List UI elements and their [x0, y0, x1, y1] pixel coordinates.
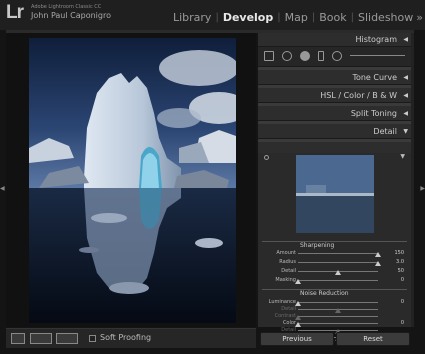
slider-label: Contrast: [274, 313, 296, 319]
before-after-icon[interactable]: [30, 333, 52, 344]
lightroom-logo: Lr: [6, 2, 24, 23]
left-panel-toggle-icon[interactable]: ◀: [0, 185, 5, 192]
slider-track[interactable]: [298, 262, 378, 263]
right-panel: Histogram ◀ Tone Curve ◀ HSL / Color / B &…: [258, 33, 411, 341]
tool-strip: [258, 47, 411, 67]
user-name: John Paul Caponigro: [31, 11, 111, 20]
slider-track[interactable]: [298, 323, 378, 324]
divider: [258, 139, 411, 142]
slider-thumb[interactable]: [375, 252, 381, 257]
expand-icon: ▼: [403, 128, 408, 135]
graduated-filter-icon[interactable]: [318, 51, 324, 61]
spot-removal-icon[interactable]: [282, 51, 292, 61]
slider-thumb[interactable]: [375, 261, 381, 266]
loupe-view-icon[interactable]: [11, 333, 25, 344]
panel-header-tone-curve[interactable]: Tone Curve ◀: [258, 71, 411, 85]
panel-header-detail[interactable]: Detail ▼: [258, 125, 411, 139]
slider-value[interactable]: 0: [386, 277, 404, 283]
module-separator: |: [350, 12, 354, 23]
red-eye-icon[interactable]: [300, 51, 310, 61]
divider: [258, 103, 411, 106]
brush-slider[interactable]: [350, 55, 405, 56]
soft-proofing-checkbox[interactable]: [89, 335, 96, 342]
soft-proofing-label: Soft Proofing: [100, 333, 152, 342]
crop-tool-icon[interactable]: [264, 51, 274, 61]
tone-curve-title: Tone Curve: [352, 73, 397, 82]
slider-label: Amount: [276, 250, 296, 256]
sharpening-title: Sharpening: [300, 242, 335, 249]
more-modules-icon[interactable]: »: [416, 11, 423, 24]
module-library[interactable]: Library: [173, 11, 211, 24]
divider: [258, 67, 411, 70]
iceberg-photo: [29, 38, 236, 323]
histogram-title: Histogram: [355, 35, 398, 44]
module-map[interactable]: Map: [285, 11, 308, 24]
module-separator: |: [215, 12, 219, 23]
top-bar: Lr Adobe Lightroom Classic CC John Paul …: [0, 0, 425, 30]
divider: [258, 121, 411, 124]
radial-filter-icon[interactable]: [332, 51, 342, 61]
slider-value[interactable]: 3.0: [386, 259, 404, 265]
slider-value[interactable]: 0: [386, 320, 404, 326]
previous-button[interactable]: Previous: [260, 332, 334, 346]
detail-target-icon[interactable]: [264, 155, 269, 160]
split-toning-title: Split Toning: [350, 109, 397, 118]
collapse-icon: ◀: [403, 110, 408, 117]
slider-thumb[interactable]: [295, 279, 301, 284]
module-develop[interactable]: Develop: [223, 11, 273, 24]
hsl-title: HSL / Color / B & W: [320, 91, 397, 100]
image-view: [6, 33, 256, 327]
slider-thumb[interactable]: [335, 308, 341, 313]
detail-zoom-preview[interactable]: [296, 155, 374, 233]
slider-thumb[interactable]: [335, 270, 341, 275]
noise-reduction-title: Noise Reduction: [300, 290, 349, 297]
panel-header-split-toning[interactable]: Split Toning ◀: [258, 107, 411, 121]
panel-header-hsl[interactable]: HSL / Color / B & W ◀: [258, 89, 411, 103]
slider-value[interactable]: 0: [386, 299, 404, 305]
right-panel-toggle-icon[interactable]: ▶: [420, 185, 425, 192]
module-book[interactable]: Book: [319, 11, 346, 24]
module-slideshow[interactable]: Slideshow: [358, 11, 413, 24]
slider-track[interactable]: [298, 280, 378, 281]
slider-label: Detail: [281, 306, 296, 312]
before-after-swap-icon[interactable]: [56, 333, 78, 344]
collapse-icon: ◀: [403, 74, 408, 81]
toolbar: Soft Proofing: [6, 328, 256, 348]
slider-track[interactable]: [298, 302, 378, 303]
module-picker: Library | Develop | Map | Book | Slidesh…: [173, 11, 423, 24]
panel-header-histogram[interactable]: Histogram ◀: [258, 33, 411, 47]
slider-label: Radius: [279, 259, 296, 265]
slider-value[interactable]: 150: [386, 250, 404, 256]
module-separator: |: [277, 12, 281, 23]
slider-label: Luminance: [268, 299, 296, 305]
slider-label: Masking: [275, 277, 296, 283]
product-name: Adobe Lightroom Classic CC: [31, 4, 102, 10]
reset-button[interactable]: Reset: [336, 332, 410, 346]
collapse-icon: ◀: [403, 92, 408, 99]
sharpening-divider: [262, 241, 407, 242]
detail-title: Detail: [373, 127, 397, 136]
module-separator: |: [311, 12, 316, 23]
slider-track[interactable]: [298, 253, 378, 254]
warning-triangle-icon: ▼: [400, 153, 405, 160]
collapse-icon: ◀: [403, 36, 408, 43]
panel-scrollbar[interactable]: [411, 33, 414, 327]
slider-label: Detail: [281, 268, 296, 274]
detail-panel-body: ▼ Sharpening Amount 150 Radius 3.0 Detail 50 M…: [258, 153, 411, 341]
slider-track[interactable]: [298, 316, 378, 317]
slider-value[interactable]: 50: [386, 268, 404, 274]
divider: [258, 85, 411, 88]
slider-label: Color: [282, 320, 296, 326]
